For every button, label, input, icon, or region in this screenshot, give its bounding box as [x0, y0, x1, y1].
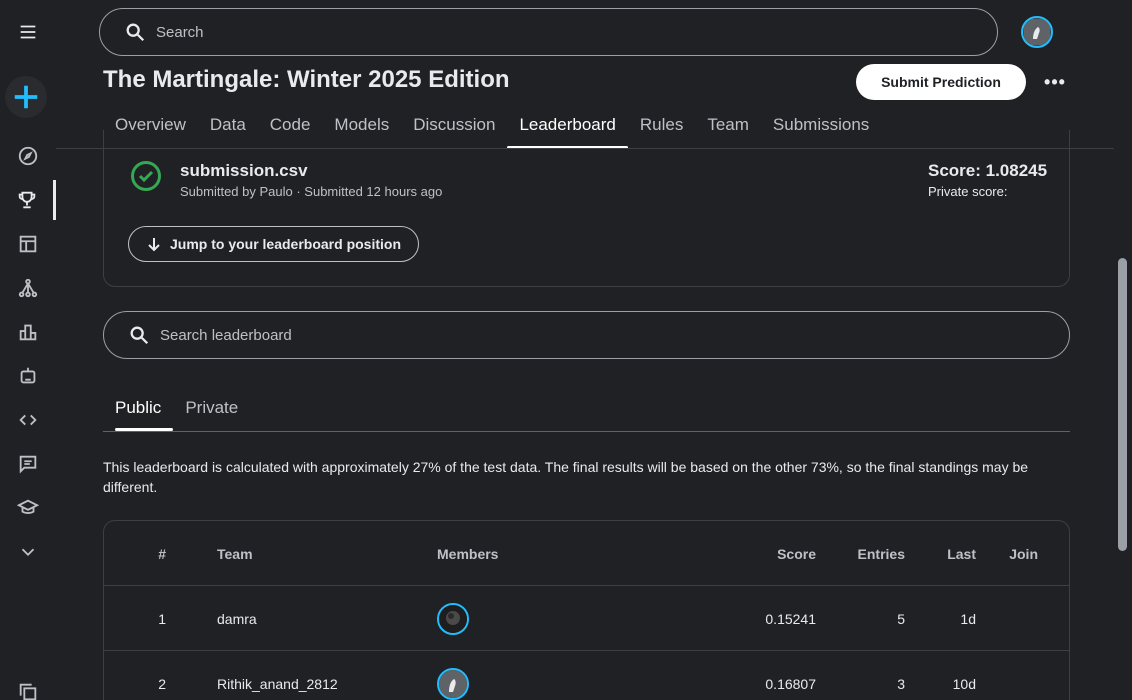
check-circle-icon [131, 161, 161, 191]
models-icon[interactable] [0, 268, 56, 308]
copy-icon[interactable] [0, 672, 56, 700]
search-icon [130, 326, 149, 345]
row-entries: 5 [897, 610, 905, 627]
leaderboard-table: # Team Members Score Entries Last Join 1… [103, 520, 1070, 700]
scrollbar-thumb[interactable] [1118, 258, 1127, 551]
leaderboard-search-input[interactable] [160, 326, 860, 344]
plus-icon [14, 85, 38, 109]
sidebar [0, 0, 56, 700]
private-score: Private score: [928, 184, 1008, 199]
submission-filename: submission.csv [180, 161, 308, 180]
learn-icon[interactable] [0, 488, 56, 528]
avatar-image-icon [1024, 19, 1050, 45]
global-search[interactable] [99, 8, 998, 56]
header-join[interactable]: Join [994, 521, 1038, 586]
member-avatar[interactable] [437, 667, 469, 700]
jump-to-position-button[interactable]: Jump to your leaderboard position [128, 226, 419, 262]
chevron-down-icon[interactable] [0, 532, 56, 572]
row-members [437, 586, 469, 651]
submission-card [103, 130, 1070, 287]
arrow-down-icon [148, 238, 160, 252]
row-last: 10d [952, 675, 976, 692]
user-avatar[interactable] [1021, 16, 1053, 48]
row-score: 0.16807 [765, 675, 816, 692]
header-members: Members [437, 545, 499, 562]
submission-meta: Submitted by Paulo · Submitted 12 hours … [180, 184, 443, 199]
header-score[interactable]: Score [704, 521, 816, 586]
row-team[interactable]: Rithik_anand_2812 [217, 651, 338, 700]
header-entries[interactable]: Entries [824, 521, 905, 586]
member-avatar-icon [439, 669, 467, 698]
subtabs-divider [103, 431, 1070, 432]
search-icon [126, 23, 145, 42]
row-rank: 1 [158, 610, 166, 627]
search-input[interactable] [156, 23, 856, 41]
leaderboard-chart-icon[interactable] [0, 312, 56, 352]
leaderboard-note: This leaderboard is calculated with appr… [103, 459, 1029, 495]
code-icon[interactable] [0, 400, 56, 440]
member-avatar[interactable] [437, 602, 469, 635]
tab-private[interactable]: Private [173, 393, 250, 431]
header-team[interactable]: Team [217, 521, 253, 586]
create-button[interactable] [5, 76, 47, 118]
row-team[interactable]: damra [217, 586, 257, 651]
scrollbar[interactable] [1114, 148, 1132, 700]
row-rank: 2 [158, 675, 166, 692]
menu-icon[interactable] [0, 12, 56, 52]
member-avatar-icon [439, 604, 467, 633]
table-header: # Team Members Score Entries Last Join [104, 521, 1069, 586]
leaderboard-subtabs: Public Private [103, 393, 250, 431]
robot-icon[interactable] [0, 356, 56, 396]
discussion-icon[interactable] [0, 444, 56, 484]
submission-score: Score: 1.08245 [928, 161, 1048, 180]
row-last: 1d [960, 610, 976, 627]
table-row[interactable]: 1 damra 0.15241 5 1d [104, 586, 1069, 651]
row-members [437, 651, 469, 700]
table-row[interactable]: 2 Rithik_anand_2812 0.16807 3 10d [104, 651, 1069, 700]
datasets-icon[interactable] [0, 224, 56, 264]
header-rank[interactable]: # [104, 521, 166, 586]
submit-prediction-button[interactable]: Submit Prediction [856, 64, 1026, 100]
jump-label: Jump to your leaderboard position [169, 236, 402, 252]
competitions-icon[interactable] [0, 180, 56, 220]
header-last[interactable]: Last [914, 521, 976, 586]
tab-public[interactable]: Public [103, 393, 174, 431]
row-score: 0.15241 [765, 610, 816, 627]
leaderboard-search[interactable] [103, 311, 1070, 359]
row-entries: 3 [897, 675, 905, 692]
more-options-icon[interactable]: ••• [1040, 70, 1070, 94]
page-title: The Martingale: Winter 2025 Edition [103, 66, 510, 93]
explore-icon[interactable] [0, 136, 56, 176]
